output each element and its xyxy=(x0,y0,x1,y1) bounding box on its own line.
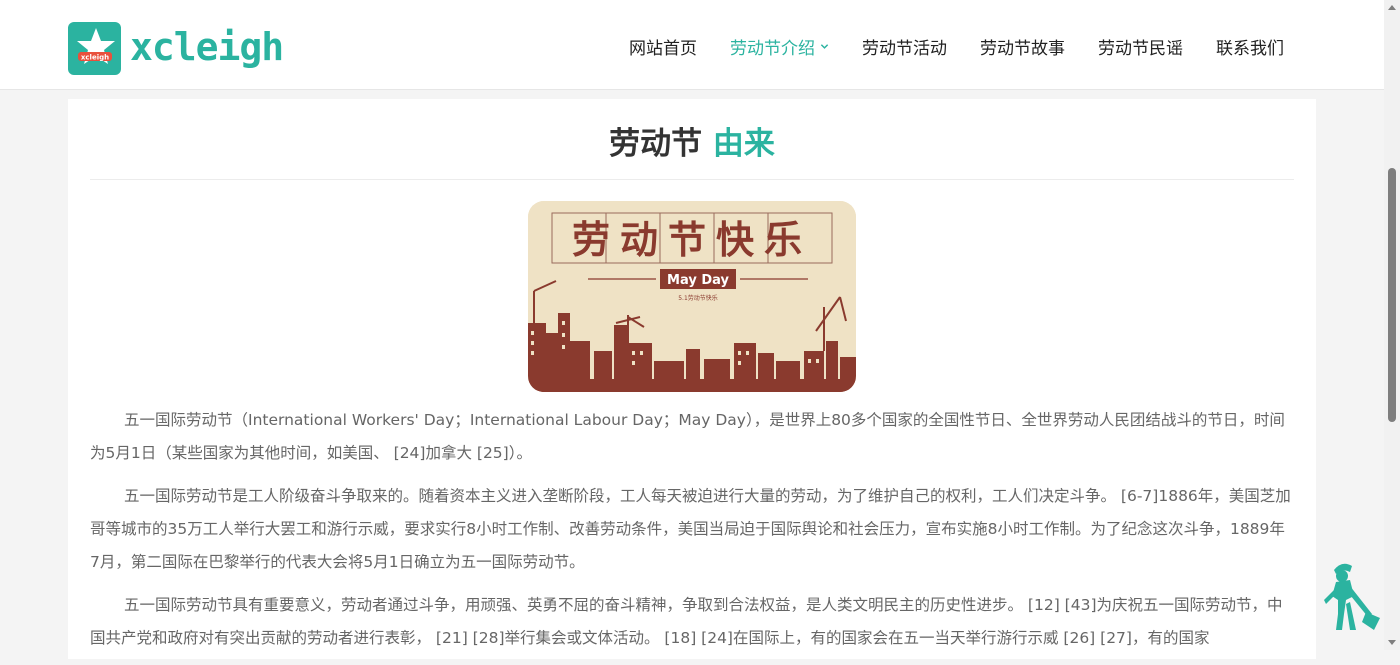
article-paragraph: 五一国际劳动节是工人阶级奋斗争取来的。随着资本主义进入垄断阶段，工人每天被迫进行… xyxy=(90,487,1291,571)
logo-text: xcleigh xyxy=(130,24,284,69)
site-header: xcleigh xcleigh 网站首页 劳动节介绍 劳动节活动 劳动节故事 劳… xyxy=(0,0,1384,90)
nav-item-label: 网站首页 xyxy=(629,39,697,59)
banner-caption: 5.1劳动节快乐 xyxy=(678,294,718,302)
nav-item-label: 劳动节故事 xyxy=(980,39,1065,59)
article-card: 劳动节 由来 劳动节快乐 May Day 5.1劳动节快乐 五一国际劳动节（In… xyxy=(68,99,1316,659)
worker-shovel-icon[interactable] xyxy=(1316,560,1384,634)
nav-item-stories[interactable]: 劳动节故事 xyxy=(980,34,1065,59)
nav-item-label: 联系我们 xyxy=(1216,39,1284,59)
nav-item-contact[interactable]: 联系我们 xyxy=(1216,34,1284,59)
scroll-up-arrow-icon[interactable] xyxy=(1387,3,1397,13)
nav-item-activities[interactable]: 劳动节活动 xyxy=(862,34,947,59)
nav-item-intro[interactable]: 劳动节介绍 xyxy=(730,34,829,59)
article-paragraph: 五一国际劳动节具有重要意义，劳动者通过斗争，用顽强、英勇不屈的奋斗精神，争取到合… xyxy=(90,596,1283,647)
logo-star-icon: xcleigh xyxy=(68,22,121,75)
banner-heading: 劳动节快乐 xyxy=(572,218,812,262)
page-title-accent: 由来 xyxy=(712,126,775,162)
page-scrollbar[interactable] xyxy=(1384,0,1400,650)
page-title: 劳动节 由来 xyxy=(68,118,1316,163)
page-title-main: 劳动节 xyxy=(609,126,703,162)
article-paragraph: 五一国际劳动节（International Workers' Day；Inter… xyxy=(90,411,1285,462)
nav-item-label: 劳动节活动 xyxy=(862,39,947,59)
article-banner-image: 劳动节快乐 May Day 5.1劳动节快乐 xyxy=(528,201,856,392)
nav-item-label: 劳动节民谣 xyxy=(1098,39,1183,59)
site-logo[interactable]: xcleigh xcleigh xyxy=(68,22,284,75)
nav-item-ballads[interactable]: 劳动节民谣 xyxy=(1098,34,1183,59)
article-content: 五一国际劳动节（International Workers' Day；Inter… xyxy=(90,404,1294,665)
title-divider xyxy=(90,179,1294,180)
main-nav: 网站首页 劳动节介绍 劳动节活动 劳动节故事 劳动节民谣 联系我们 xyxy=(596,34,1284,59)
banner-subheading: May Day xyxy=(667,273,729,288)
nav-item-label: 劳动节介绍 xyxy=(730,39,815,59)
logo-badge-text: xcleigh xyxy=(81,54,109,62)
chevron-down-icon xyxy=(820,44,829,49)
scrollbar-thumb[interactable] xyxy=(1388,168,1396,422)
nav-item-home[interactable]: 网站首页 xyxy=(629,34,697,59)
scroll-down-arrow-icon[interactable] xyxy=(1387,637,1397,647)
